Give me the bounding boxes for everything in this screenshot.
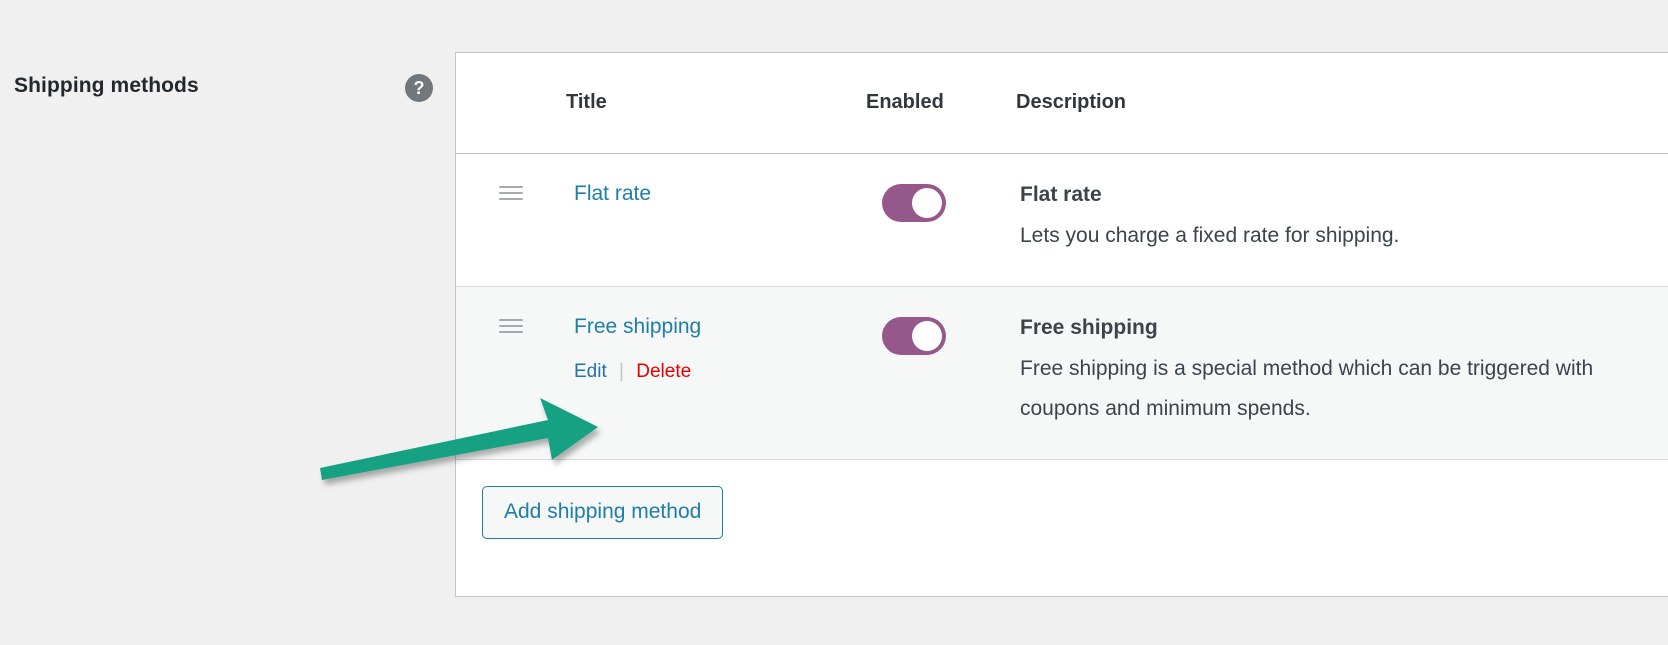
cell-description: Free shipping Free shipping is a special… [1016,286,1668,459]
drag-handle-icon[interactable] [499,185,523,202]
screenshot-root: Shipping methods ? Title Enabled Descrip… [0,0,1668,645]
description-text: Lets you charge a fixed rate for shippin… [1020,223,1400,247]
column-header-enabled: Enabled [866,53,1016,154]
table-row: Flat rate Flat rate Lets you charge a fi… [456,153,1668,286]
toggle-knob [912,187,942,218]
column-header-sort [456,53,566,154]
column-header-title: Title [566,53,866,154]
cell-enabled [866,153,1016,286]
cell-sort-handle [456,286,566,459]
description-title: Flat rate [1020,182,1102,206]
table-header: Title Enabled Description [456,53,1668,154]
enabled-toggle[interactable] [882,183,946,222]
panel-footer: Add shipping method [456,459,1668,539]
description-title: Free shipping [1020,315,1158,339]
shipping-methods-table: Title Enabled Description Flat rate Flat… [456,53,1668,460]
shipping-methods-panel: Title Enabled Description Flat rate Flat… [455,52,1668,597]
edit-link[interactable]: Edit [574,361,607,382]
action-separator: | [619,360,624,382]
enabled-toggle[interactable] [882,316,946,355]
table-body: Flat rate Flat rate Lets you charge a fi… [456,153,1668,459]
toggle-knob [912,320,942,351]
add-shipping-method-button[interactable]: Add shipping method [482,485,724,539]
cell-enabled [866,286,1016,459]
cell-title: Flat rate [566,153,866,286]
description-text: Free shipping is a special method which … [1020,356,1594,420]
shipping-method-title-link[interactable]: Free shipping [574,315,701,339]
cell-title: Free shipping Edit | Delete [566,286,866,459]
question-mark-circle-icon[interactable]: ? [405,74,433,102]
column-header-description: Description [1016,53,1668,154]
row-actions: Edit | Delete [574,361,865,383]
table-row: Free shipping Edit | Delete Free shippin… [456,286,1668,459]
settings-label-column: Shipping methods [0,52,455,645]
page-title: Shipping methods [14,74,199,97]
table-header-row: Title Enabled Description [456,53,1668,154]
cell-sort-handle [456,153,566,286]
delete-link[interactable]: Delete [636,361,691,382]
cell-description: Flat rate Lets you charge a fixed rate f… [1016,153,1668,286]
drag-handle-icon[interactable] [499,318,523,335]
shipping-method-title-link[interactable]: Flat rate [574,182,651,206]
